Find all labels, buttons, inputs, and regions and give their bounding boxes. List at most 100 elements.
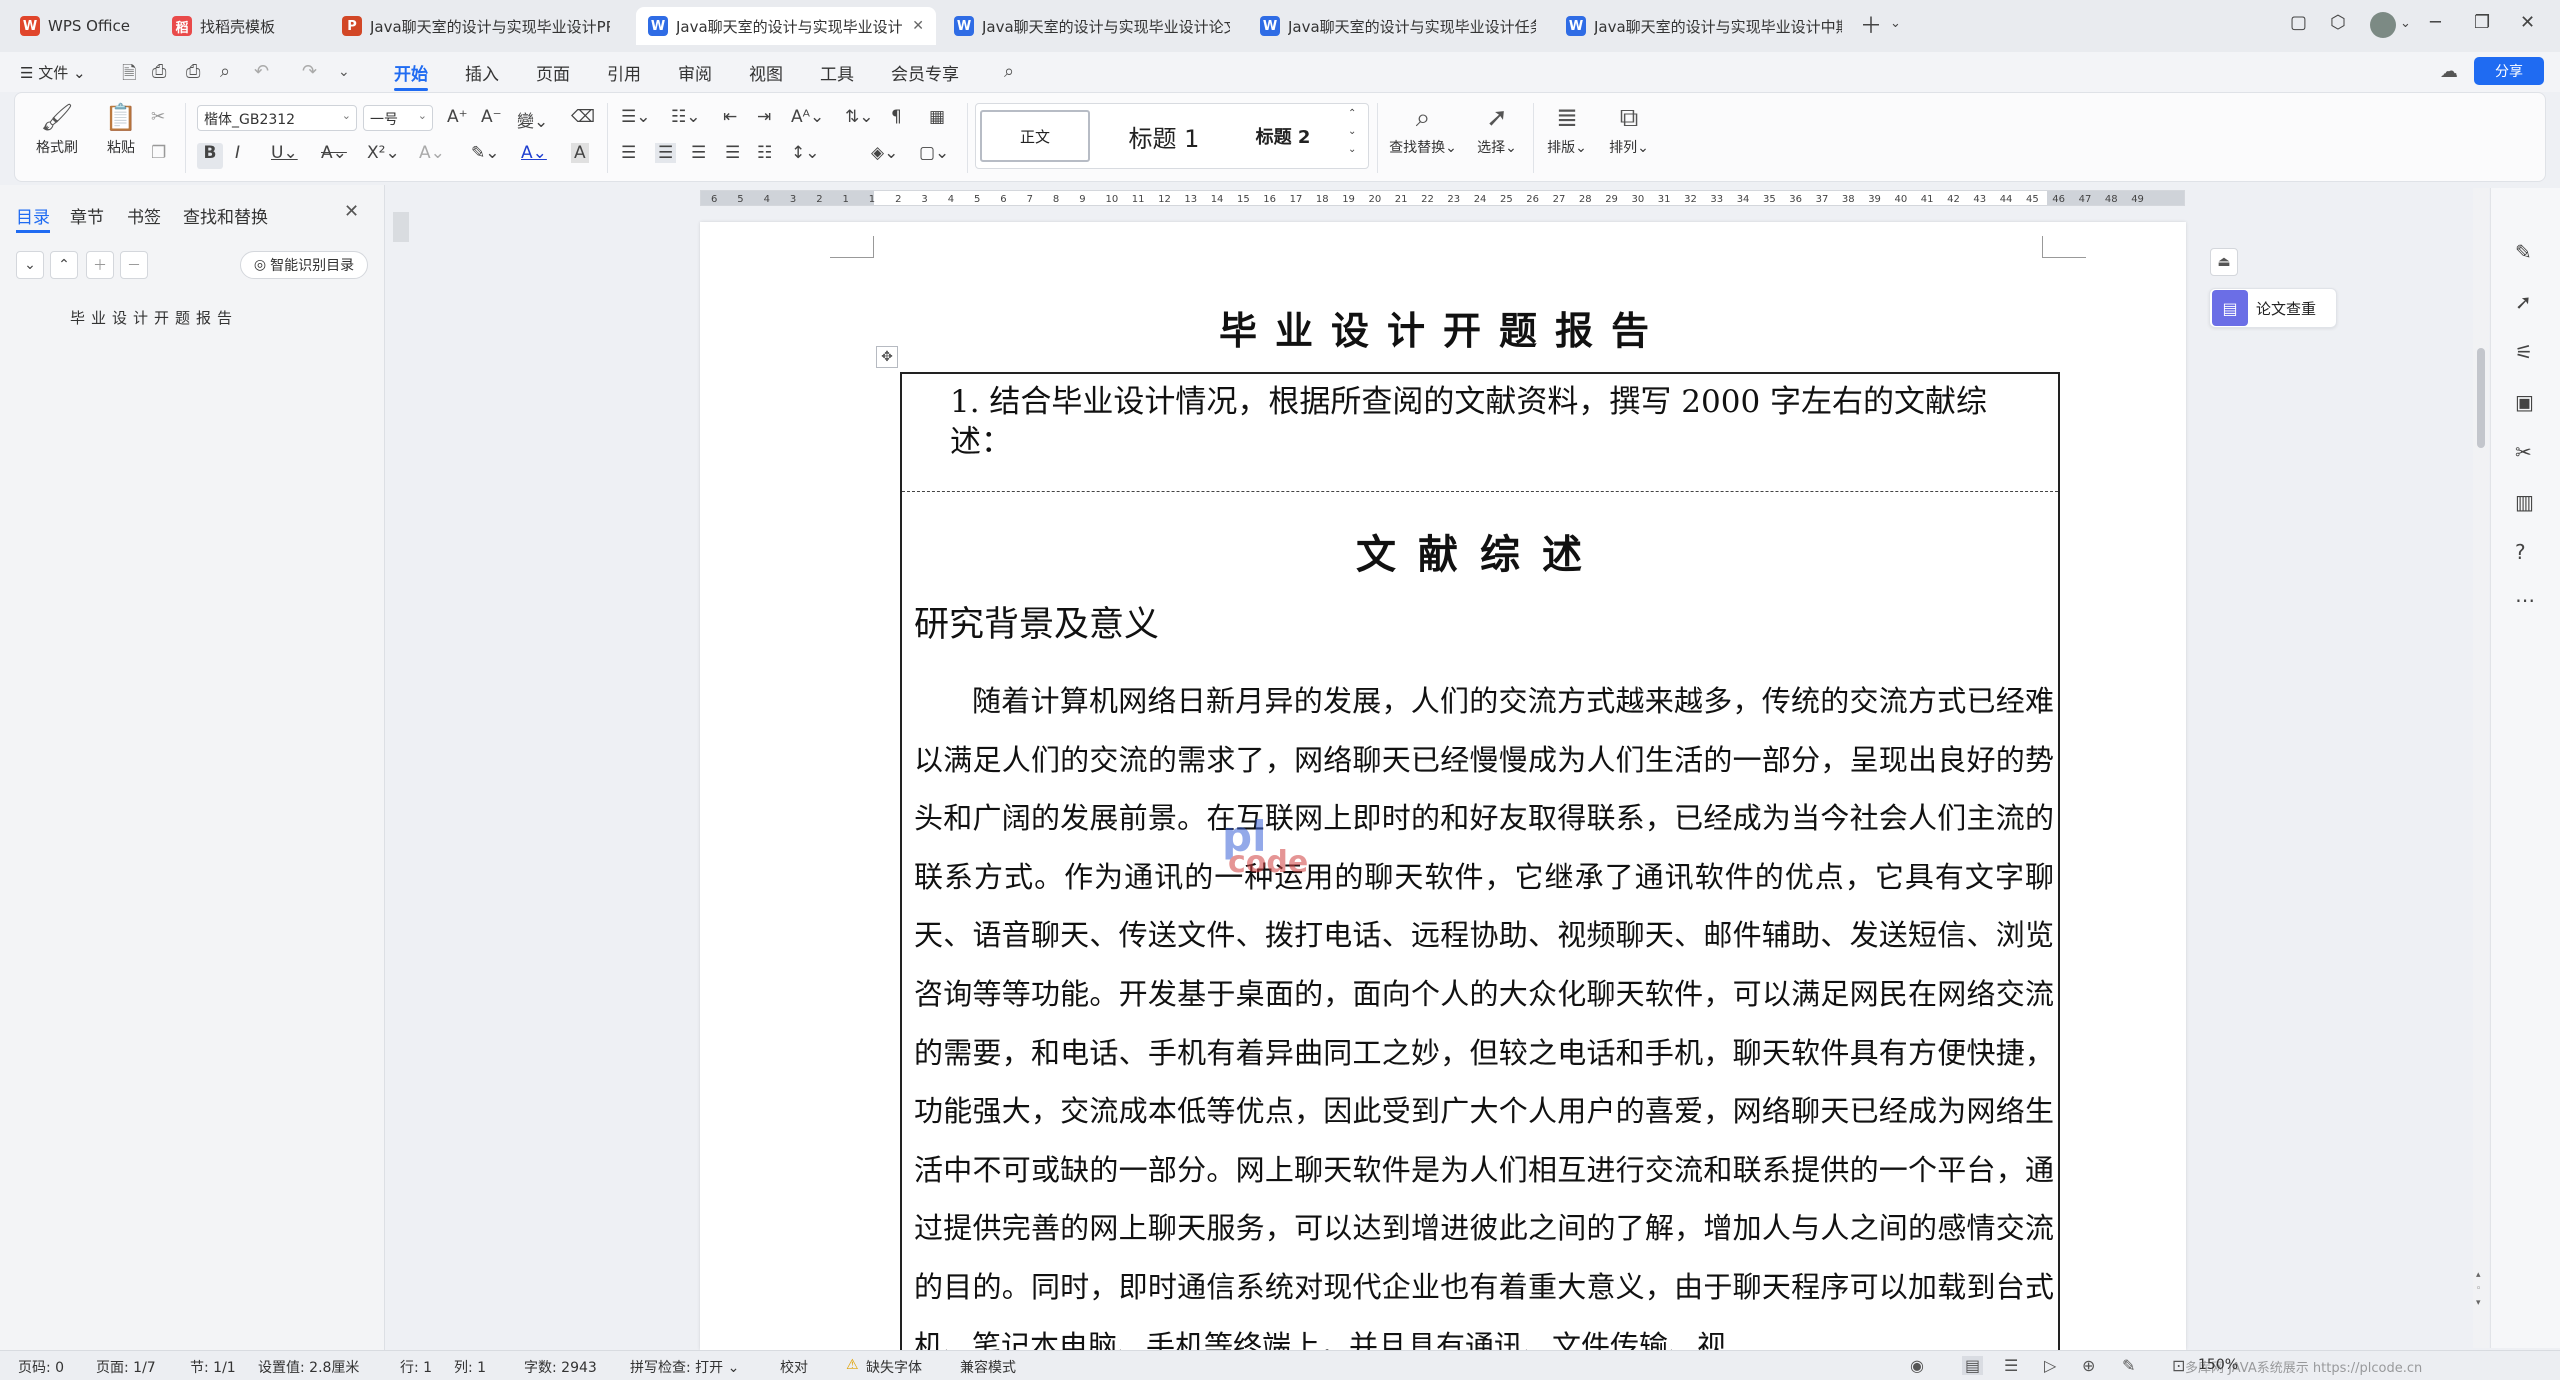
underline-icon[interactable]: U⌄ (271, 143, 298, 163)
pen-icon[interactable]: ✎ (2515, 240, 2532, 264)
menu-insert[interactable]: 插入 (465, 60, 499, 85)
style-scroll-up-icon[interactable]: ⌃ (1348, 108, 1356, 119)
sort-icon[interactable]: ⇅⌄ (845, 107, 874, 127)
word-count[interactable]: 字数: 2943 (524, 1357, 597, 1377)
distribute-icon[interactable]: ☷ (757, 143, 772, 163)
bullet-list-icon[interactable]: ☰⌄ (621, 107, 650, 127)
scroll-thumb[interactable] (2477, 348, 2485, 448)
menu-member[interactable]: 会员专享 (891, 60, 959, 85)
close-pane-icon[interactable]: ✕ (344, 201, 359, 222)
remove-toc-icon[interactable]: － (120, 251, 148, 279)
question-cell[interactable]: 1. 结合毕业设计情况，根据所查阅的文献资料，撰写 2000 字左右的文献综述： (902, 374, 2058, 492)
menu-home[interactable]: 开始 (394, 60, 428, 91)
reading-icon[interactable]: ▥ (2515, 490, 2534, 514)
align-right-icon[interactable]: ☰ (691, 143, 706, 163)
italic-icon[interactable]: I (235, 143, 240, 163)
paper-check-button[interactable]: ▤ 论文查重 (2209, 288, 2337, 328)
copy-icon[interactable]: ❐ (151, 143, 166, 163)
collapse-chevron-icon[interactable]: ⌄ (16, 251, 44, 279)
menu-view[interactable]: 视图 (749, 60, 783, 85)
justify-icon[interactable]: ☰ (725, 143, 740, 163)
increase-indent-icon[interactable]: ⇥ (757, 107, 771, 127)
eye-protection-icon[interactable]: ◉ (1910, 1356, 1924, 1375)
print-icon[interactable]: ⎙ (186, 61, 200, 82)
style-expand-icon[interactable]: ⌄ (1348, 144, 1356, 155)
close-window-icon[interactable]: ✕ (2520, 12, 2535, 33)
text-effect-icon[interactable]: A⌄ (419, 143, 445, 163)
font-color-icon[interactable]: A⌄ (521, 143, 547, 163)
proofread-button[interactable]: 校对 (780, 1357, 808, 1377)
typeset-button[interactable]: ≣ 排版⌄ (1537, 103, 1597, 157)
line-spacing-icon[interactable]: ↕⌄ (791, 143, 820, 163)
tab-task[interactable]: W Java聊天室的设计与实现毕业设计任务书 (1248, 7, 1548, 45)
layout-icon[interactable]: ▢ (2290, 12, 2307, 33)
image-icon[interactable]: ▣ (2515, 390, 2534, 414)
tab-list-chevron-icon[interactable]: ⌄ (1890, 16, 1901, 31)
superscript-icon[interactable]: X²⌄ (367, 143, 400, 163)
shading-icon[interactable]: ◈⌄ (871, 143, 898, 163)
menu-review[interactable]: 审阅 (678, 60, 712, 85)
tools-icon[interactable]: ✂ (2515, 440, 2532, 464)
page-nav-icon[interactable]: ▴ ◦ ▾ (2476, 1268, 2481, 1310)
style-normal[interactable]: 正文 (980, 110, 1090, 162)
write-mode-icon[interactable]: ✎ (2122, 1356, 2135, 1375)
font-name-select[interactable]: 楷体_GB2312 ⌄ (197, 105, 357, 131)
file-menu[interactable]: ☰ 文件 ⌄ (20, 62, 86, 83)
play-icon[interactable]: ▷ (2044, 1356, 2056, 1375)
help-icon[interactable]: ? (2515, 540, 2526, 564)
tab-thesis[interactable]: W Java聊天室的设计与实现毕业设计论文 (942, 7, 1242, 45)
export-pdf-icon[interactable]: ⎙ (152, 61, 166, 82)
more-chevron-icon[interactable]: ⌄ (338, 64, 350, 80)
horizontal-ruler[interactable]: 6 5 4 3 2 1 1 2 3 4 5 6 7 8 9 10 11 12 13 14 15 16 17 18 19 20 21 2… (700, 190, 2185, 206)
style-heading-1[interactable]: 标题 1 (1104, 110, 1224, 162)
vertical-ruler[interactable] (393, 212, 409, 242)
find-replace-button[interactable]: ⌕ 查找替换⌄ (1381, 103, 1465, 157)
bold-icon[interactable]: B (197, 143, 223, 169)
cloud-sync-icon[interactable]: ☁ (2440, 61, 2458, 82)
style-heading-2[interactable]: 标题 2 (1228, 110, 1338, 162)
more-icon[interactable]: ⋯ (2515, 588, 2535, 612)
phonetic-icon[interactable]: 變⌄ (517, 107, 548, 132)
cut-icon[interactable]: ✂ (151, 107, 165, 127)
minimize-icon[interactable]: ─ (2430, 12, 2441, 33)
collapse-panel-icon[interactable]: ⏏ (2210, 248, 2238, 276)
share-button[interactable]: 分享 (2474, 57, 2544, 85)
numbered-list-icon[interactable]: ☷⌄ (671, 107, 700, 127)
save-icon[interactable]: 🗎 (122, 61, 136, 91)
close-tab-icon[interactable]: ✕ (912, 18, 924, 34)
tab-ppt[interactable]: P Java聊天室的设计与实现毕业设计PPT (330, 7, 630, 45)
grow-font-icon[interactable]: A⁺ (447, 107, 468, 127)
nav-tab-toc[interactable]: 目录 (16, 203, 50, 233)
document-page[interactable]: 毕业设计开题报告 1. 结合毕业设计情况，根据所查阅的文献资料，撰写 2000 … (700, 222, 2186, 1350)
toc-entry[interactable]: 毕业设计开题报告 (70, 307, 238, 328)
menu-tools[interactable]: 工具 (820, 60, 854, 85)
cube-icon[interactable]: ⬡ (2330, 12, 2346, 33)
fit-page-icon[interactable]: ⊡ (2172, 1356, 2185, 1375)
print-preview-icon[interactable]: ⌕ (220, 61, 230, 82)
restore-icon[interactable]: ❐ (2474, 12, 2490, 33)
select-cursor-icon[interactable]: ➚ (2515, 290, 2532, 314)
clear-format-icon[interactable]: ⌫ (571, 107, 595, 127)
change-case-icon[interactable]: Aᴬ⌄ (791, 107, 824, 127)
report-table[interactable]: 1. 结合毕业设计情况，根据所查阅的文献资料，撰写 2000 字左右的文献综述：… (900, 372, 2060, 1350)
strikethrough-icon[interactable]: A⌄ (321, 143, 347, 163)
add-toc-icon[interactable]: ＋ (86, 251, 114, 279)
char-shading-icon[interactable]: A (571, 143, 589, 163)
nav-tab-find-replace[interactable]: 查找和替换 (183, 203, 268, 228)
align-left-icon[interactable]: ☰ (621, 143, 636, 163)
page-count[interactable]: 页面: 1/7 (96, 1357, 156, 1377)
spell-check-toggle[interactable]: 拼写检查: 打开 ⌄ (630, 1357, 739, 1377)
highlight-icon[interactable]: ✎⌄ (471, 143, 500, 163)
tab-kaiti-report[interactable]: W Java聊天室的设计与实现毕业设计开题报告 ✕ (636, 7, 936, 45)
paste-button[interactable]: 📋 粘贴 (91, 103, 151, 157)
decrease-indent-icon[interactable]: ⇤ (723, 107, 737, 127)
align-center-icon[interactable]: ☰ (655, 143, 677, 163)
format-painter-button[interactable]: 🖌 格式刷 (27, 103, 87, 157)
search-icon[interactable]: ⌕ (1004, 61, 1014, 82)
menu-page[interactable]: 页面 (536, 60, 570, 85)
avatar[interactable] (2370, 12, 2396, 38)
show-marks-icon[interactable]: ¶ (891, 107, 902, 127)
account-chevron-icon[interactable]: ⌄ (2400, 16, 2411, 31)
smart-toc-button[interactable]: ◎ 智能识别目录 (240, 251, 368, 279)
new-tab-icon[interactable]: ＋ (1860, 8, 1882, 40)
